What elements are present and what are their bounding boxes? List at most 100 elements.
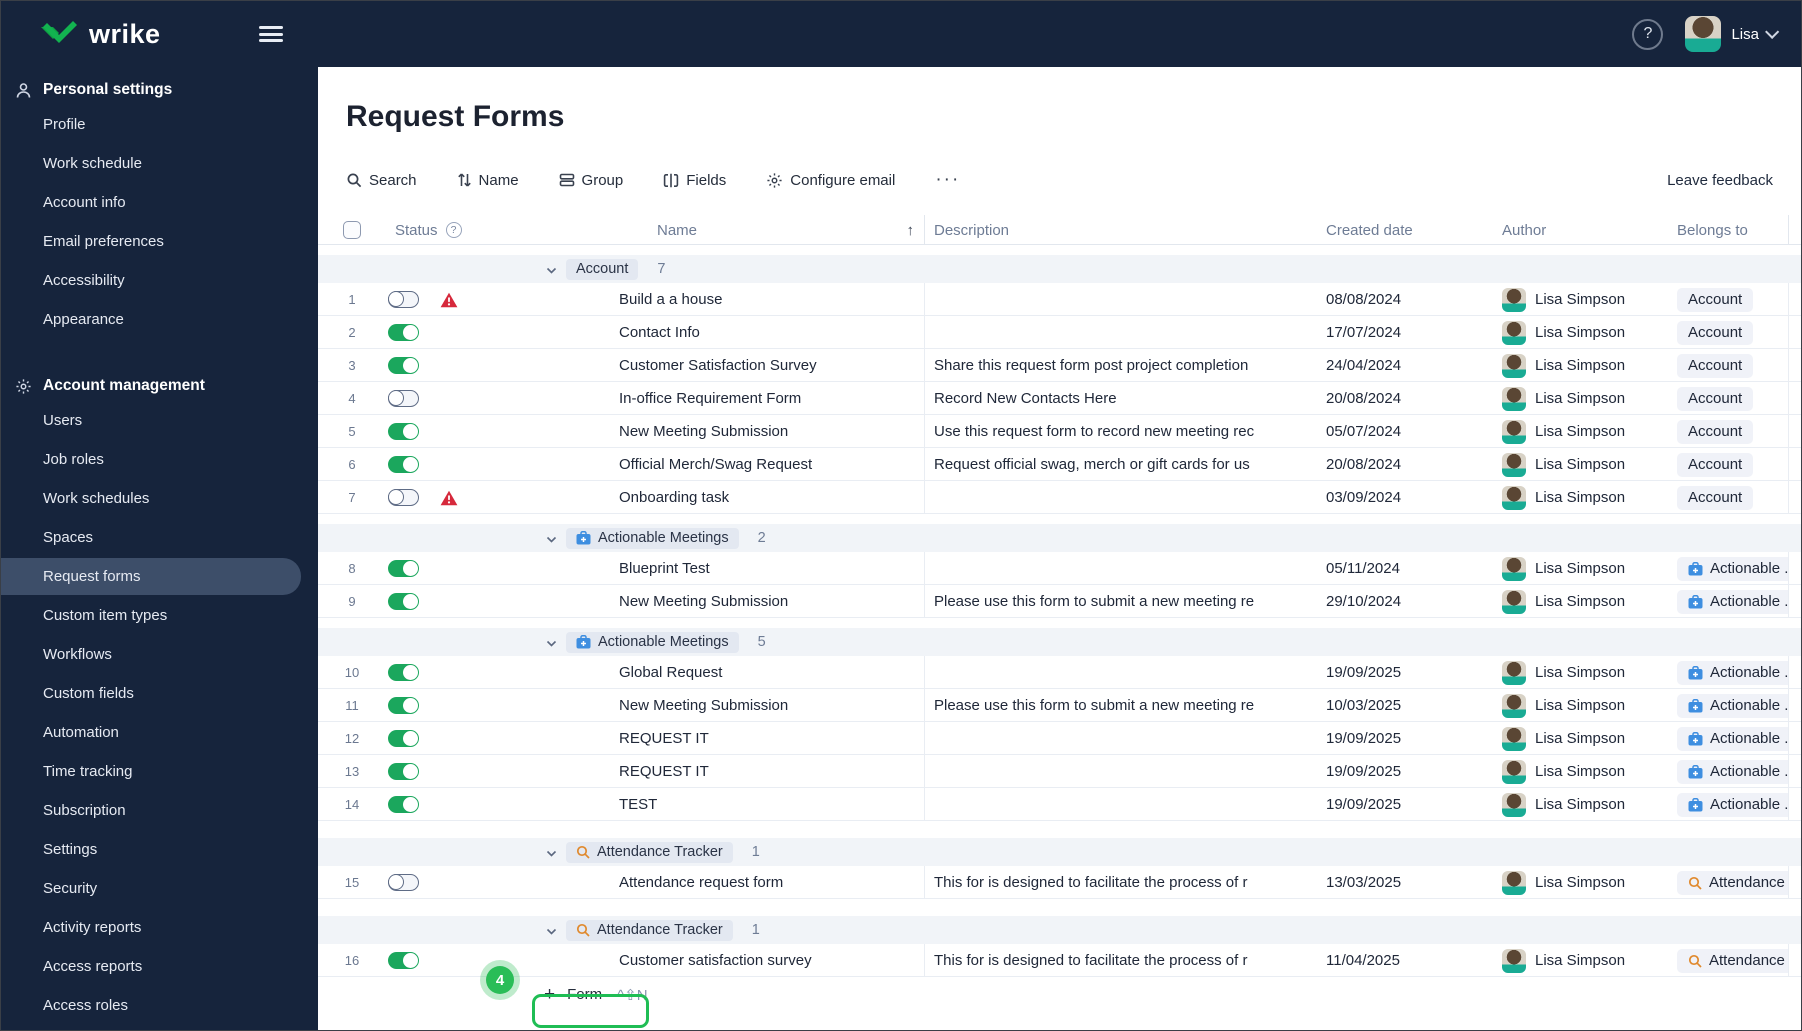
status-toggle[interactable] bbox=[388, 290, 419, 308]
sidebar-item-automation[interactable]: Automation bbox=[1, 713, 318, 752]
status-toggle[interactable] bbox=[388, 593, 419, 610]
belongs-to-pill[interactable]: Account bbox=[1677, 419, 1754, 444]
belongs-to-pill[interactable]: Account bbox=[1677, 386, 1754, 411]
belongs-to-pill[interactable]: Attendance bbox=[1677, 870, 1788, 895]
sidebar-item-access-roles[interactable]: Access roles bbox=[1, 986, 318, 1025]
column-belongs-to[interactable]: Belongs to bbox=[1677, 215, 1789, 245]
group-pill[interactable]: Account bbox=[566, 258, 639, 280]
sidebar-item-spaces[interactable]: Spaces bbox=[1, 518, 318, 557]
status-toggle[interactable] bbox=[388, 730, 419, 747]
belongs-to-pill[interactable]: Actionable ... bbox=[1677, 556, 1788, 581]
sidebar-item-users[interactable]: Users bbox=[1, 401, 318, 440]
status-toggle[interactable] bbox=[388, 873, 419, 891]
sidebar-item-custom-item-types[interactable]: Custom item types bbox=[1, 596, 318, 635]
sidebar-item-work-schedule[interactable]: Work schedule bbox=[1, 144, 318, 183]
group-pill[interactable]: Attendance Tracker bbox=[566, 841, 733, 863]
form-name[interactable]: Official Merch/Swag Request bbox=[546, 456, 924, 473]
status-toggle[interactable] bbox=[388, 488, 419, 506]
form-name[interactable]: Customer Satisfaction Survey bbox=[546, 357, 924, 374]
belongs-to-pill[interactable]: Actionable ... bbox=[1677, 589, 1788, 614]
status-help-icon[interactable]: ? bbox=[445, 222, 462, 238]
user-name[interactable]: Lisa bbox=[1731, 26, 1759, 43]
sidebar-item-activity-reports[interactable]: Activity reports bbox=[1, 908, 318, 947]
toolbar-name-button[interactable]: Name bbox=[457, 172, 519, 189]
belongs-to-pill[interactable]: Account bbox=[1677, 452, 1754, 477]
sidebar-item-job-roles[interactable]: Job roles bbox=[1, 440, 318, 479]
sidebar-item-time-tracking[interactable]: Time tracking bbox=[1, 752, 318, 791]
sort-ascending-icon[interactable]: ↑ bbox=[907, 222, 915, 239]
status-toggle[interactable] bbox=[388, 324, 419, 341]
form-name[interactable]: Attendance request form bbox=[546, 874, 924, 891]
column-name[interactable]: Name bbox=[657, 222, 697, 239]
form-name[interactable]: New Meeting Submission bbox=[546, 593, 924, 610]
belongs-to-pill[interactable]: Actionable ... bbox=[1677, 792, 1788, 817]
toolbar-more-button[interactable]: ··· bbox=[935, 169, 960, 191]
status-toggle[interactable] bbox=[388, 952, 419, 969]
status-toggle[interactable] bbox=[388, 389, 419, 407]
sidebar-item-workflows[interactable]: Workflows bbox=[1, 635, 318, 674]
help-icon[interactable]: ? bbox=[1632, 18, 1664, 50]
sidebar-item-appearance[interactable]: Appearance bbox=[1, 300, 318, 339]
group-pill[interactable]: Actionable Meetings bbox=[566, 527, 739, 549]
status-toggle[interactable] bbox=[388, 763, 419, 780]
form-name[interactable]: Blueprint Test bbox=[546, 560, 924, 577]
add-form-button[interactable]: + Form ^⇧N bbox=[544, 984, 648, 1006]
toolbar-search-button[interactable]: Search bbox=[346, 172, 417, 189]
sidebar-item-security[interactable]: Security bbox=[1, 869, 318, 908]
column-created-date[interactable]: Created date bbox=[1326, 222, 1502, 239]
sidebar-item-email-preferences[interactable]: Email preferences bbox=[1, 222, 318, 261]
group-pill[interactable]: Attendance Tracker bbox=[566, 919, 733, 941]
form-name[interactable]: New Meeting Submission bbox=[546, 697, 924, 714]
table-row: 3 Customer Satisfaction Survey Share this … bbox=[318, 349, 1801, 382]
form-name[interactable]: New Meeting Submission bbox=[546, 423, 924, 440]
status-toggle[interactable] bbox=[388, 697, 419, 714]
toolbar-configure-email-button[interactable]: Configure email bbox=[766, 172, 895, 189]
group-pill[interactable]: Actionable Meetings bbox=[566, 631, 739, 653]
status-toggle[interactable] bbox=[388, 423, 419, 440]
form-name[interactable]: Customer satisfaction survey bbox=[546, 952, 924, 969]
sidebar-item-account-info[interactable]: Account info bbox=[1, 183, 318, 222]
sidebar-item-profile[interactable]: Profile bbox=[1, 105, 318, 144]
form-name[interactable]: REQUEST IT bbox=[546, 763, 924, 780]
toolbar-fields-button[interactable]: Fields bbox=[663, 172, 726, 189]
column-status[interactable]: Status bbox=[395, 222, 438, 239]
leave-feedback-link[interactable]: Leave feedback bbox=[1667, 172, 1773, 189]
toolbar-group-button[interactable]: Group bbox=[559, 172, 623, 189]
belongs-to-pill[interactable]: Actionable ... bbox=[1677, 660, 1788, 685]
belongs-to-pill[interactable]: Actionable ... bbox=[1677, 726, 1788, 751]
status-toggle[interactable] bbox=[388, 664, 419, 681]
form-name[interactable]: Global Request bbox=[546, 664, 924, 681]
status-toggle[interactable] bbox=[388, 796, 419, 813]
sidebar-item-custom-fields[interactable]: Custom fields bbox=[1, 674, 318, 713]
sidebar-item-accessibility[interactable]: Accessibility bbox=[1, 261, 318, 300]
form-name[interactable]: Build a a house bbox=[546, 291, 924, 308]
belongs-to-pill[interactable]: Actionable ... bbox=[1677, 693, 1788, 718]
column-author[interactable]: Author bbox=[1502, 222, 1677, 239]
sidebar-item-work-schedules[interactable]: Work schedules bbox=[1, 479, 318, 518]
status-toggle[interactable] bbox=[388, 456, 419, 473]
chevron-down-icon[interactable] bbox=[1765, 24, 1780, 39]
status-toggle[interactable] bbox=[388, 357, 419, 374]
column-description[interactable]: Description bbox=[924, 215, 1326, 245]
form-name[interactable]: Onboarding task bbox=[546, 489, 924, 506]
select-all-checkbox[interactable] bbox=[343, 221, 361, 239]
created-date: 19/09/2025 bbox=[1326, 796, 1402, 813]
sidebar-item-settings[interactable]: Settings bbox=[1, 830, 318, 869]
belongs-to-pill[interactable]: Account bbox=[1677, 287, 1754, 312]
hamburger-menu-icon[interactable] bbox=[258, 26, 283, 42]
form-name[interactable]: TEST bbox=[546, 796, 924, 813]
user-avatar[interactable] bbox=[1685, 16, 1722, 52]
wrike-logo[interactable]: wrike bbox=[39, 19, 161, 50]
sidebar-item-access-reports[interactable]: Access reports bbox=[1, 947, 318, 986]
status-toggle[interactable] bbox=[388, 560, 419, 577]
belongs-to-pill[interactable]: Account bbox=[1677, 353, 1754, 378]
belongs-to-pill[interactable]: Account bbox=[1677, 485, 1754, 510]
belongs-to-pill[interactable]: Attendance bbox=[1677, 948, 1788, 973]
sidebar-item-request-forms[interactable]: Request forms bbox=[1, 557, 318, 596]
belongs-to-pill[interactable]: Account bbox=[1677, 320, 1754, 345]
form-name[interactable]: In-office Requirement Form bbox=[546, 390, 924, 407]
sidebar-item-subscription[interactable]: Subscription bbox=[1, 791, 318, 830]
belongs-to-pill[interactable]: Actionable ... bbox=[1677, 759, 1788, 784]
form-name[interactable]: REQUEST IT bbox=[546, 730, 924, 747]
form-name[interactable]: Contact Info bbox=[546, 324, 924, 341]
